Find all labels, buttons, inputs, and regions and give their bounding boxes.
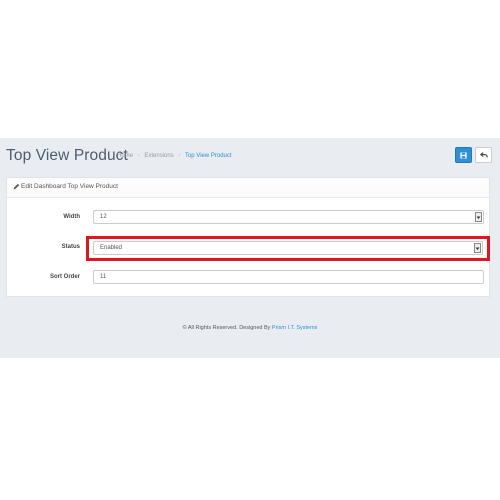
sort-order-value: 11 [100,274,107,280]
chevron-down-icon[interactable] [475,212,482,222]
breadcrumb-separator: › [137,153,140,159]
breadcrumb-extensions[interactable]: Extensions [144,153,173,159]
panel-header: Edit Dashboard Top View Product [7,178,489,198]
width-select[interactable]: 12 [93,210,484,224]
width-value: 12 [100,214,107,220]
page-title: Top View Product [6,147,128,164]
status-label: Status [61,244,80,250]
breadcrumb-current[interactable]: Top View Product [185,153,232,159]
width-label: Width [63,214,80,220]
breadcrumb-separator: › [178,153,181,159]
back-button[interactable] [475,147,492,163]
save-icon [460,151,467,159]
panel-title: Edit Dashboard Top View Product [21,183,118,190]
footer-text: © All Rights Reserved. Designed By [182,325,272,331]
sort-order-label: Sort Order [49,274,80,280]
footer-link[interactable]: Prism I.T. Systems [272,325,318,331]
breadcrumb: Home › Extensions › Top View Product [117,153,232,159]
status-highlight-box [86,236,490,261]
breadcrumb-home[interactable]: Home [117,153,133,159]
sort-order-input[interactable]: 11 [93,270,484,284]
pencil-icon [13,183,20,190]
footer: © All Rights Reserved. Designed By Prism… [0,325,500,331]
back-icon [479,152,488,158]
save-button[interactable] [455,147,472,163]
